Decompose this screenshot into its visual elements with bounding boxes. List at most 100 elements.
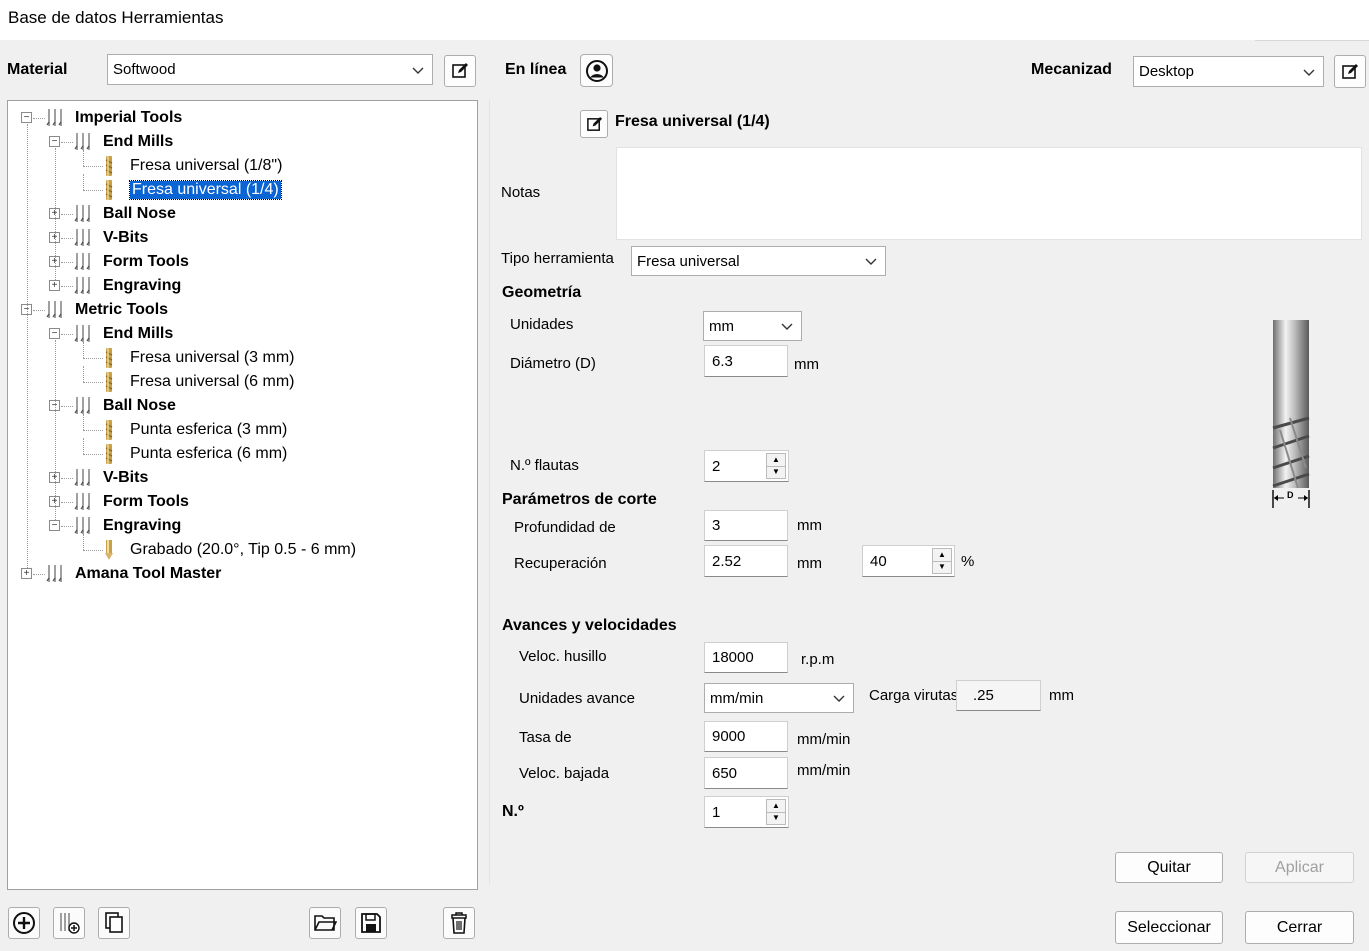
tree-tool-item[interactable]: Fresa universal (1/4) bbox=[129, 178, 282, 202]
notes-textarea[interactable] bbox=[616, 147, 1362, 240]
tree-connector bbox=[61, 142, 73, 143]
tool-type-select[interactable]: Fresa universal bbox=[631, 246, 886, 276]
machine-value: Desktop bbox=[1139, 63, 1195, 80]
edit-material-button[interactable] bbox=[444, 55, 476, 87]
tree-group-item[interactable]: End Mills bbox=[103, 322, 173, 346]
save-database-button[interactable] bbox=[355, 907, 387, 939]
delete-tool-button[interactable] bbox=[443, 907, 475, 939]
collapse-icon[interactable]: − bbox=[49, 520, 60, 531]
expand-icon[interactable]: + bbox=[21, 568, 32, 579]
feeds-heading: Avances y velocidades bbox=[502, 617, 677, 634]
spin-up-icon[interactable]: ▲ bbox=[766, 799, 786, 813]
tree-connector bbox=[61, 334, 73, 335]
tree-item-label: V-Bits bbox=[103, 229, 149, 246]
tree-group-item[interactable]: V-Bits bbox=[103, 466, 148, 490]
apply-button[interactable]: Aplicar bbox=[1245, 852, 1354, 883]
tree-connector bbox=[83, 454, 103, 455]
tool-group-icon bbox=[74, 133, 90, 150]
collapse-icon[interactable]: − bbox=[21, 112, 32, 123]
machine-label: Mecanizad bbox=[1031, 61, 1112, 78]
tree-connector bbox=[55, 340, 56, 520]
spin-up-icon[interactable]: ▲ bbox=[766, 453, 786, 467]
tree-group-item[interactable]: Amana Tool Master bbox=[75, 562, 221, 586]
trash-icon bbox=[451, 912, 467, 934]
tree-group-item[interactable]: Form Tools bbox=[103, 250, 189, 274]
tree-group-item[interactable]: Engraving bbox=[103, 274, 181, 298]
material-select[interactable]: Softwood bbox=[107, 54, 433, 85]
edit-machine-button[interactable] bbox=[1334, 55, 1366, 88]
stepover-input[interactable]: 2.52 bbox=[704, 545, 788, 577]
tree-connector bbox=[27, 124, 28, 568]
chip-load-unit: mm bbox=[1049, 687, 1074, 704]
add-group-button[interactable] bbox=[53, 907, 85, 939]
tree-item-icon bbox=[73, 324, 95, 348]
tool-name-title: Fresa universal (1/4) bbox=[615, 113, 770, 130]
tree-tool-item[interactable]: Fresa universal (1/8") bbox=[130, 154, 282, 178]
copy-icon bbox=[105, 912, 123, 933]
user-circle-icon bbox=[585, 59, 608, 82]
tree-connector bbox=[33, 118, 45, 119]
tree-item-icon bbox=[103, 347, 115, 373]
close-button[interactable]: Cerrar bbox=[1245, 911, 1354, 944]
open-database-button[interactable] bbox=[309, 907, 341, 939]
tool-tree[interactable]: − Imperial Tools − End Mills Fresa universal… bbox=[7, 100, 478, 890]
feed-units-label: Unidades avance bbox=[519, 690, 635, 707]
machine-select[interactable]: Desktop bbox=[1133, 56, 1324, 87]
percent-sign: % bbox=[961, 553, 975, 570]
tree-item-label: Metric Tools bbox=[75, 301, 169, 318]
chevron-down-icon bbox=[781, 323, 793, 330]
stepover-percent-spinbox[interactable]: 40 ▲ ▼ bbox=[862, 545, 955, 577]
tree-item-icon bbox=[103, 155, 115, 181]
spin-down-icon[interactable]: ▼ bbox=[766, 466, 786, 479]
tree-connector bbox=[83, 534, 84, 550]
depth-input[interactable]: 3 bbox=[704, 510, 788, 541]
select-button[interactable]: Seleccionar bbox=[1115, 911, 1223, 944]
flutes-spinbox[interactable]: 2 ▲ ▼ bbox=[704, 450, 789, 482]
tree-connector bbox=[61, 526, 73, 527]
copy-tool-button[interactable] bbox=[98, 907, 130, 939]
tree-tool-item[interactable]: Fresa universal (3 mm) bbox=[130, 346, 294, 370]
tree-tool-item[interactable]: Punta esferica (6 mm) bbox=[130, 442, 287, 466]
tree-group-item[interactable]: Ball Nose bbox=[103, 394, 176, 418]
edit-tool-name-button[interactable] bbox=[580, 110, 608, 138]
online-button[interactable] bbox=[580, 54, 613, 87]
spin-up-icon[interactable]: ▲ bbox=[932, 548, 952, 562]
plunge-rate-input[interactable]: 650 bbox=[704, 757, 788, 789]
spin-down-icon[interactable]: ▼ bbox=[932, 561, 952, 574]
diameter-input[interactable]: 6.3 bbox=[704, 345, 788, 377]
tree-group-item[interactable]: Ball Nose bbox=[103, 202, 176, 226]
feed-rate-input[interactable]: 9000 bbox=[704, 721, 788, 752]
tree-tool-item[interactable]: Fresa universal (6 mm) bbox=[130, 370, 294, 394]
spindle-speed-input[interactable]: 18000 bbox=[704, 642, 788, 673]
tree-tool-item[interactable]: Punta esferica (3 mm) bbox=[130, 418, 287, 442]
remove-button[interactable]: Quitar bbox=[1115, 852, 1223, 883]
tree-group-item[interactable]: Engraving bbox=[103, 514, 181, 538]
material-label: Material bbox=[7, 61, 68, 78]
tree-connector bbox=[55, 148, 56, 280]
edit-icon bbox=[586, 116, 602, 131]
tree-group-item[interactable]: Imperial Tools bbox=[75, 106, 182, 130]
tree-connector bbox=[61, 214, 73, 215]
tree-item-icon bbox=[73, 252, 95, 276]
tree-tool-item[interactable]: Grabado (20.0°, Tip 0.5 - 6 mm) bbox=[130, 538, 356, 562]
collapse-icon[interactable]: − bbox=[49, 328, 60, 339]
add-tool-button[interactable] bbox=[8, 907, 40, 939]
tool-number-spinbox[interactable]: 1 ▲ ▼ bbox=[704, 796, 789, 828]
tree-group-item[interactable]: Form Tools bbox=[103, 490, 189, 514]
spin-down-icon[interactable]: ▼ bbox=[766, 812, 786, 825]
tree-connector bbox=[83, 438, 84, 454]
end-mill-tool-icon bbox=[105, 156, 113, 176]
collapse-icon[interactable]: − bbox=[49, 136, 60, 147]
tree-group-item[interactable]: Metric Tools bbox=[75, 298, 168, 322]
expand-icon[interactable]: + bbox=[49, 280, 60, 291]
chip-load-input[interactable]: .25 bbox=[956, 680, 1041, 711]
tree-group-item[interactable]: V-Bits bbox=[103, 226, 148, 250]
units-select[interactable]: mm bbox=[703, 311, 802, 341]
feed-units-select[interactable]: mm/min bbox=[704, 683, 854, 713]
tree-item-label: Punta esferica (6 mm) bbox=[130, 445, 288, 462]
tool-number-label: N.º bbox=[502, 803, 524, 820]
chevron-down-icon bbox=[865, 258, 877, 265]
tree-group-item[interactable]: End Mills bbox=[103, 130, 173, 154]
tree-item-label: Imperial Tools bbox=[75, 109, 183, 126]
window-title: Base de datos Herramientas bbox=[8, 8, 224, 27]
